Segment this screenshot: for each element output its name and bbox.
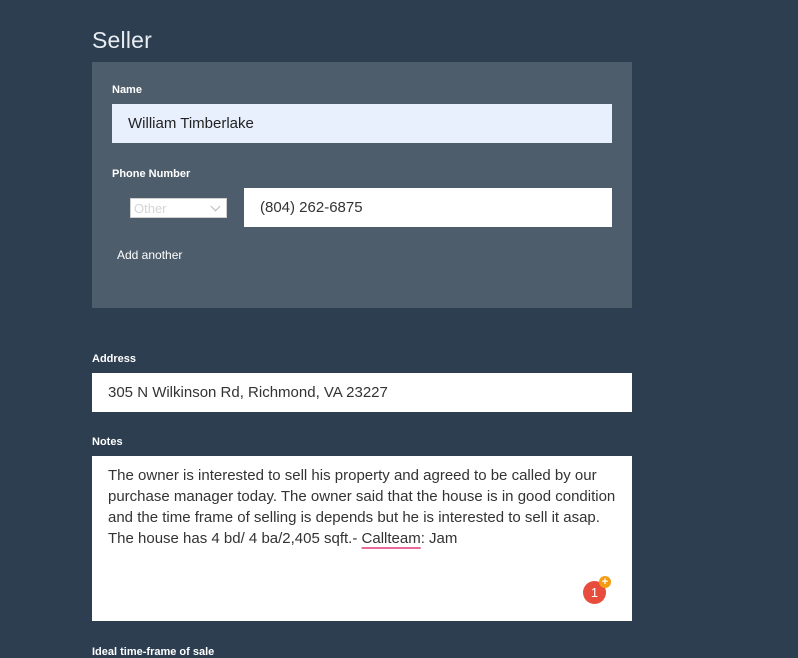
address-input[interactable]: 305 N Wilkinson Rd, Richmond, VA 23227 <box>92 373 632 412</box>
notes-label: Notes <box>92 436 123 448</box>
seller-section-title: Seller <box>92 27 153 53</box>
badge-count: 1 <box>590 585 599 600</box>
add-another-phone-link[interactable]: Add another <box>117 248 182 262</box>
notes-misspelled-word: Callteam <box>361 530 421 547</box>
address-label: Address <box>92 353 137 365</box>
notes-text-end: : Jam <box>420 530 458 547</box>
name-input-value: William Timberlake <box>128 115 254 132</box>
name-label: Name <box>112 84 142 96</box>
plus-icon: + <box>599 576 611 588</box>
phone-number-input[interactable]: (804) 262-6875 <box>244 188 612 227</box>
phone-type-selected: Other <box>134 200 167 216</box>
name-input[interactable]: William Timberlake <box>112 104 612 143</box>
ideal-time-frame-label: Ideal time-frame of sale <box>92 646 215 658</box>
chevron-down-icon <box>210 201 221 211</box>
phone-type-select[interactable]: Other <box>130 198 227 218</box>
phone-number-value: (804) 262-6875 <box>260 199 363 216</box>
address-value: 305 N Wilkinson Rd, Richmond, VA 23227 <box>108 384 388 401</box>
seller-panel: Name William Timberlake Phone Number Oth… <box>92 62 632 308</box>
notes-textarea[interactable]: The owner is interested to sell his prop… <box>92 456 632 621</box>
phone-number-label: Phone Number <box>112 168 191 180</box>
